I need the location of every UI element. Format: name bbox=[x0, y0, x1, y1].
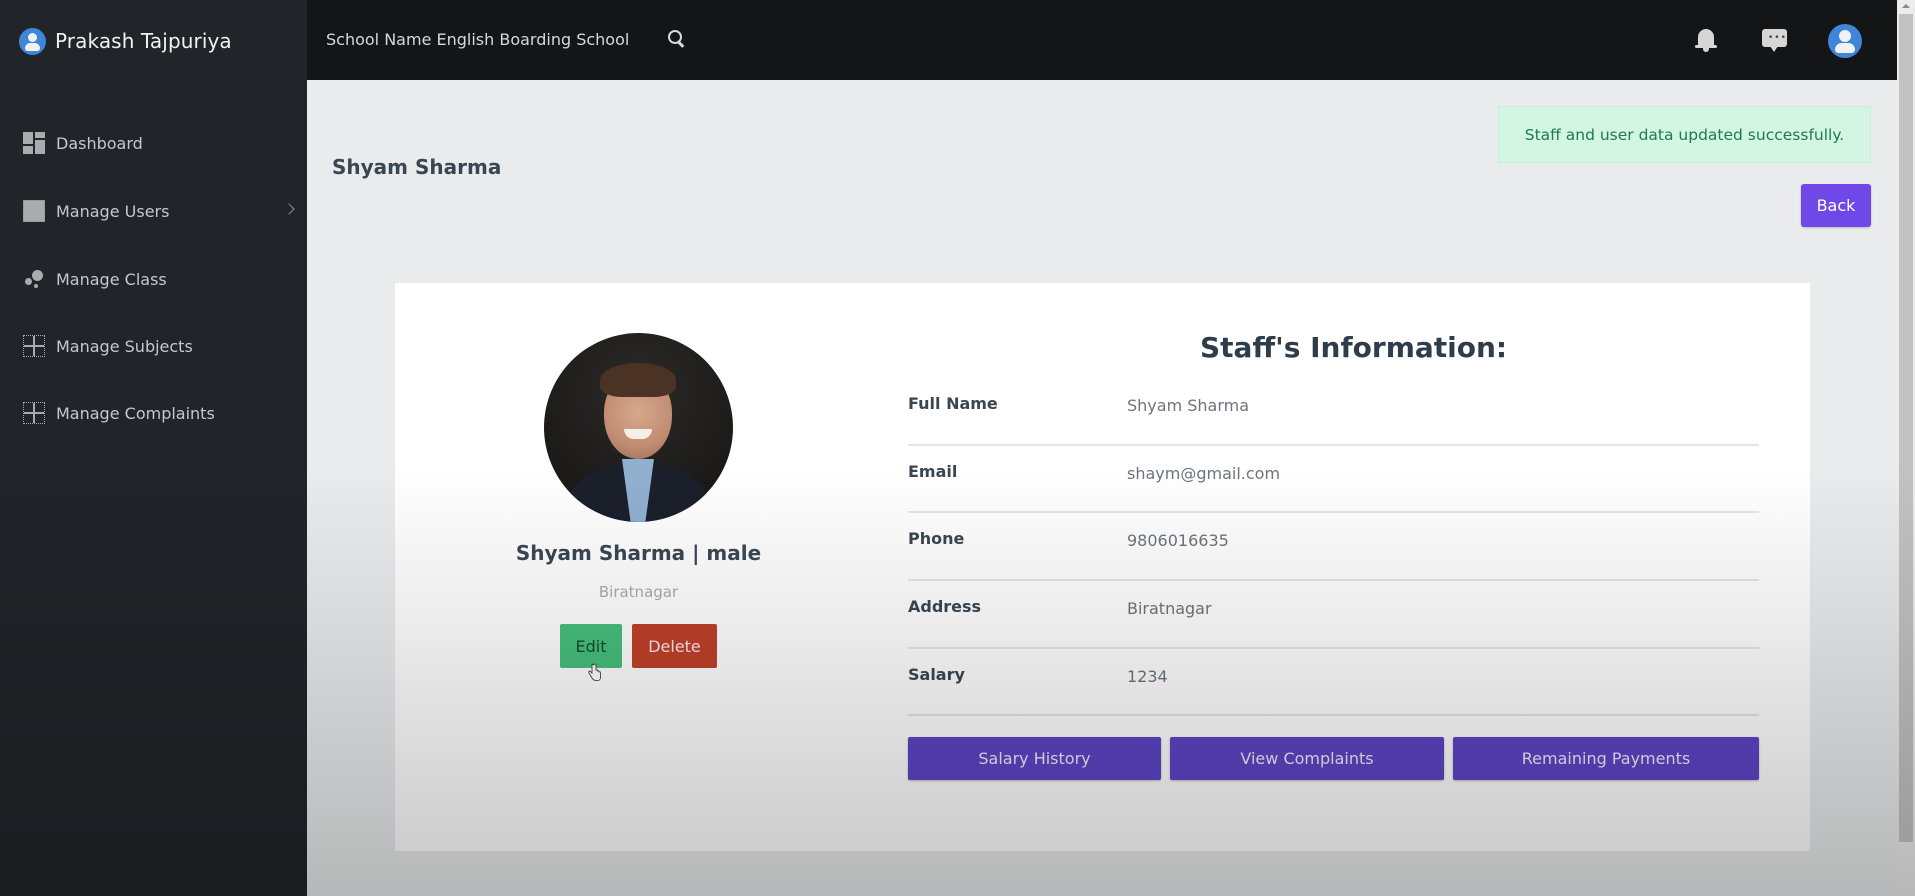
dashboard-icon bbox=[23, 132, 45, 154]
info-value: Biratnagar bbox=[1127, 599, 1212, 619]
scroll-up-arrow-icon[interactable] bbox=[1902, 4, 1910, 8]
info-title: Staff's Information: bbox=[1200, 331, 1508, 364]
sidebar: Prakash Tajpuriya Dashboard Manage Users… bbox=[0, 0, 307, 896]
hand-cursor-icon bbox=[588, 663, 601, 681]
profile-photo bbox=[544, 333, 733, 522]
sidebar-item-label: Manage Complaints bbox=[56, 403, 215, 423]
info-table: Full Name Shyam Sharma Email shaym@gmail… bbox=[908, 378, 1759, 717]
info-row-address: Address Biratnagar bbox=[908, 581, 1759, 649]
page-title: Shyam Sharma bbox=[332, 155, 502, 179]
info-value: shaym@gmail.com bbox=[1127, 463, 1281, 483]
salary-history-button[interactable]: Salary History bbox=[908, 737, 1161, 780]
sidebar-user-name: Prakash Tajpuriya bbox=[55, 29, 232, 53]
info-label: Salary bbox=[908, 664, 965, 684]
sidebar-item-label: Manage Class bbox=[56, 269, 167, 289]
complaints-icon bbox=[23, 402, 45, 424]
school-name: School Name English Boarding School bbox=[326, 30, 630, 49]
scrollbar-thumb[interactable] bbox=[1899, 14, 1913, 842]
profile-name-gender: Shyam Sharma | male bbox=[515, 541, 762, 565]
user-avatar-icon bbox=[19, 27, 46, 55]
remaining-payments-button[interactable]: Remaining Payments bbox=[1453, 737, 1759, 780]
info-label: Full Name bbox=[908, 394, 998, 413]
sidebar-brand[interactable]: Prakash Tajpuriya bbox=[19, 27, 232, 55]
class-icon bbox=[23, 268, 45, 290]
sidebar-item-label: Manage Users bbox=[56, 201, 170, 221]
info-label: Address bbox=[908, 597, 982, 617]
sidebar-item-manage-complaints[interactable]: Manage Complaints bbox=[23, 399, 293, 427]
delete-button[interactable]: Delete bbox=[632, 624, 717, 668]
staff-card: Shyam Sharma | male Biratnagar Edit Dele… bbox=[395, 283, 1810, 851]
info-label: Phone bbox=[908, 529, 965, 549]
success-alert: Staff and user data updated successfully… bbox=[1498, 106, 1871, 163]
info-label: Email bbox=[908, 461, 958, 481]
info-row-full-name: Full Name Shyam Sharma bbox=[908, 378, 1759, 446]
view-complaints-button[interactable]: View Complaints bbox=[1170, 737, 1444, 780]
back-button[interactable]: Back bbox=[1801, 184, 1871, 227]
bell-icon[interactable] bbox=[1694, 27, 1718, 53]
info-row-salary: Salary 1234 bbox=[908, 649, 1759, 717]
users-icon bbox=[23, 200, 45, 222]
info-value: 9806016635 bbox=[1127, 531, 1229, 551]
sidebar-item-label: Manage Subjects bbox=[56, 336, 193, 356]
info-value: Shyam Sharma bbox=[1127, 396, 1250, 415]
profile-city: Biratnagar bbox=[598, 583, 679, 601]
info-row-email: Email shaym@gmail.com bbox=[908, 446, 1759, 514]
vertical-scrollbar[interactable] bbox=[1897, 0, 1915, 896]
search-icon[interactable] bbox=[668, 30, 685, 48]
sidebar-item-label: Dashboard bbox=[56, 133, 143, 153]
chat-icon[interactable]: ••• bbox=[1762, 29, 1787, 54]
subjects-icon bbox=[23, 335, 45, 357]
info-value: 1234 bbox=[1127, 666, 1168, 686]
chevron-right-icon bbox=[283, 203, 295, 215]
sidebar-item-manage-subjects[interactable]: Manage Subjects bbox=[23, 332, 293, 360]
topbar: School Name English Boarding School ••• bbox=[307, 0, 1897, 80]
info-row-phone: Phone 9806016635 bbox=[908, 513, 1759, 582]
sidebar-item-manage-users[interactable]: Manage Users bbox=[23, 197, 295, 225]
sidebar-item-dashboard[interactable]: Dashboard bbox=[23, 129, 293, 157]
edit-button[interactable]: Edit bbox=[560, 624, 622, 668]
user-avatar-icon[interactable] bbox=[1828, 24, 1862, 58]
sidebar-item-manage-class[interactable]: Manage Class bbox=[23, 265, 293, 293]
